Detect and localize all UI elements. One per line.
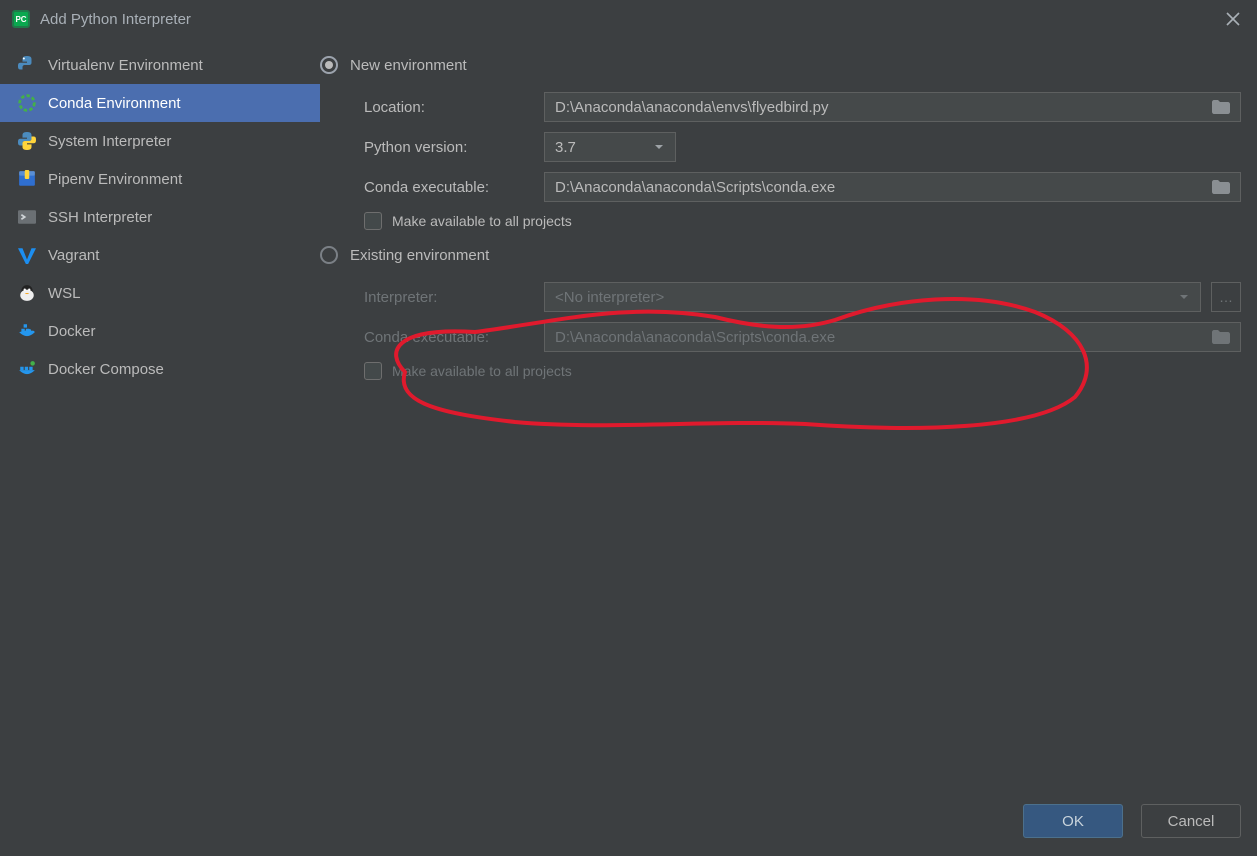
new-env-subform: Location: D:\Anaconda\anaconda\envs\flye… [320,92,1241,202]
existing-conda-exec-label: Conda executable: [364,329,544,346]
conda-exec-row: Conda executable: D:\Anaconda\anaconda\S… [364,172,1241,202]
main-panel: New environment Location: D:\Anaconda\an… [320,38,1257,790]
conda-exec-input[interactable]: D:\Anaconda\anaconda\Scripts\conda.exe [544,172,1241,202]
add-interpreter-dialog: Add Python Interpreter Virtualenv Enviro… [0,0,1257,856]
existing-make-available-label: Make available to all projects [392,363,572,379]
sidebar-item-label: System Interpreter [48,133,171,150]
existing-conda-exec-row: Conda executable: D:\Anaconda\anaconda\S… [364,322,1241,352]
sidebar-item-vagrant[interactable]: Vagrant [0,236,320,274]
folder-icon[interactable] [1212,330,1230,344]
interpreter-browse-button[interactable]: … [1211,282,1241,312]
vagrant-icon [18,246,36,264]
sidebar-item-ssh[interactable]: SSH Interpreter [0,198,320,236]
interpreter-select[interactable]: <No interpreter> [544,282,1201,312]
sidebar-item-label: Vagrant [48,247,99,264]
close-icon [1226,12,1240,26]
existing-env-group: Existing environment Interpreter: <No in… [320,238,1241,380]
close-button[interactable] [1221,7,1245,31]
docker-icon [18,322,36,340]
package-icon [18,170,36,188]
dialog-footer: OK Cancel [0,790,1257,856]
python-version-select[interactable]: 3.7 [544,132,676,162]
new-env-group: New environment Location: D:\Anaconda\an… [320,48,1241,230]
existing-env-subform: Interpreter: <No interpreter> … Conda ex… [320,282,1241,352]
new-env-make-available-checkbox[interactable] [364,212,382,230]
new-env-radio-row: New environment [320,48,1241,82]
sidebar-item-label: Pipenv Environment [48,171,182,188]
folder-icon[interactable] [1212,180,1230,194]
ok-button-label: OK [1062,813,1084,830]
sidebar-item-label: Virtualenv Environment [48,57,203,74]
interpreter-row: Interpreter: <No interpreter> … [364,282,1241,312]
sidebar-item-label: WSL [48,285,81,302]
sidebar-item-system[interactable]: System Interpreter [0,122,320,160]
docker-compose-icon [18,360,36,378]
existing-env-radio-row: Existing environment [320,238,1241,272]
dialog-title: Add Python Interpreter [40,11,191,28]
ssh-icon [18,208,36,226]
new-env-make-available-row: Make available to all projects [364,212,1241,230]
sidebar-item-docker-compose[interactable]: Docker Compose [0,350,320,388]
interpreter-label: Interpreter: [364,289,544,306]
folder-icon[interactable] [1212,100,1230,114]
conda-icon [18,94,36,112]
location-label: Location: [364,99,544,116]
python-version-row: Python version: 3.7 [364,132,1241,162]
chevron-down-icon [653,141,665,153]
conda-exec-value: D:\Anaconda\anaconda\Scripts\conda.exe [555,179,835,196]
radio-dot [325,61,333,69]
existing-env-radio[interactable] [320,246,338,264]
new-env-radio[interactable] [320,56,338,74]
sidebar-item-label: Conda Environment [48,95,181,112]
sidebar-item-label: SSH Interpreter [48,209,152,226]
python-version-label: Python version: [364,139,544,156]
location-row: Location: D:\Anaconda\anaconda\envs\flye… [364,92,1241,122]
sidebar-item-wsl[interactable]: WSL [0,274,320,312]
location-input[interactable]: D:\Anaconda\anaconda\envs\flyedbird.py [544,92,1241,122]
location-value: D:\Anaconda\anaconda\envs\flyedbird.py [555,99,829,116]
chevron-down-icon [1178,291,1190,303]
linux-icon [18,284,36,302]
python-icon [18,56,36,74]
sidebar-item-docker[interactable]: Docker [0,312,320,350]
python-version-value: 3.7 [555,139,576,156]
existing-make-available-checkbox[interactable] [364,362,382,380]
conda-exec-label: Conda executable: [364,179,544,196]
pycharm-icon [12,10,30,28]
cancel-button-label: Cancel [1168,813,1215,830]
sidebar-item-label: Docker [48,323,96,340]
new-env-make-available-label: Make available to all projects [392,213,572,229]
new-env-radio-label: New environment [350,57,467,74]
sidebar-item-pipenv[interactable]: Pipenv Environment [0,160,320,198]
titlebar: Add Python Interpreter [0,0,1257,38]
python-icon [18,132,36,150]
ok-button[interactable]: OK [1023,804,1123,838]
existing-env-radio-label: Existing environment [350,247,489,264]
sidebar-item-label: Docker Compose [48,361,164,378]
ellipsis-icon: … [1219,289,1233,305]
existing-conda-exec-input[interactable]: D:\Anaconda\anaconda\Scripts\conda.exe [544,322,1241,352]
interpreter-value: <No interpreter> [555,289,664,306]
sidebar-item-virtualenv[interactable]: Virtualenv Environment [0,46,320,84]
existing-conda-exec-value: D:\Anaconda\anaconda\Scripts\conda.exe [555,329,835,346]
cancel-button[interactable]: Cancel [1141,804,1241,838]
existing-make-available-row: Make available to all projects [364,362,1241,380]
sidebar: Virtualenv Environment Conda Environment… [0,38,320,790]
dialog-body: Virtualenv Environment Conda Environment… [0,38,1257,790]
sidebar-item-conda[interactable]: Conda Environment [0,84,320,122]
